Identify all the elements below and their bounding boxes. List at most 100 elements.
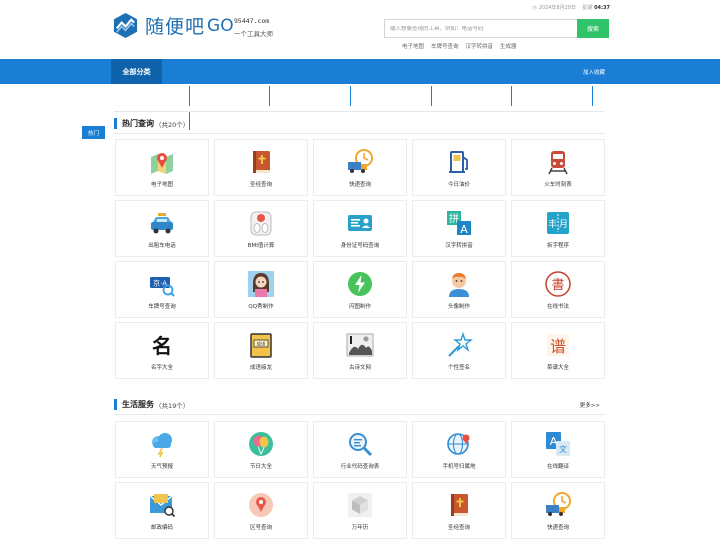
date-bar: ◷ 2024年8月28日 星期 04:37 [532,4,610,12]
avatar-boy-icon [449,273,469,297]
license-plate-icon: 京·A [150,277,175,297]
tool-card[interactable]: 天气预报 [115,421,209,478]
search-box [384,19,577,38]
weekday-text: 星期 [582,5,593,11]
tool-label: 在线书法 [546,304,569,310]
bible-book-icon [253,151,270,173]
location-pin-icon [249,493,273,517]
id-card-icon [348,215,372,231]
tick-mark [350,86,351,106]
tool-card[interactable]: 古诗文网 [313,322,407,379]
delivery-truck-icon [546,492,571,516]
recipe-char-icon: 谱 [547,334,569,356]
mail-envelope-icon [149,494,176,518]
tool-label: 圣经查询 [249,182,272,188]
search-bar: 搜索 [384,19,609,38]
nav-all-categories[interactable]: 全部分类 [111,59,162,84]
section-title-life: 生活服务 （共19个） [114,399,189,410]
translate-icon: A文 [546,432,570,456]
section-divider [114,133,605,134]
tool-card[interactable]: 头像制作 [412,261,506,318]
logo-text: 随便吧 [145,16,206,38]
tick-mark [189,86,190,106]
section-bar [114,399,117,410]
tool-card[interactable]: 手机号归属地 [412,421,506,478]
tool-label: 万年历 [351,525,369,531]
hot-link[interactable]: 电子地图 [402,42,424,50]
tool-card[interactable]: 电子地图 [115,139,209,196]
tool-card[interactable]: 書 在线书法 [511,261,605,318]
tool-label: 身份证号码查询 [340,243,380,249]
tool-card[interactable]: 闪图制作 [313,261,407,318]
tool-card[interactable]: BMI值计算 [214,200,308,257]
tool-label: 行业代码查询表 [340,464,380,470]
pinyin-icon: 拼A [447,211,471,236]
section-divider [114,414,605,415]
scale-icon [250,211,272,236]
tool-card[interactable]: 邮政编码 [115,482,209,539]
tool-label: 快递查询 [348,182,371,188]
svg-text:月: 月 [559,219,568,230]
site-logo[interactable]: 随便吧 GO [112,12,234,39]
tool-card[interactable]: 今日油价 [412,139,506,196]
date-text: 2024年8月28日 [538,5,577,11]
tool-card[interactable]: 快递查询 [511,482,605,539]
tool-card[interactable]: 快递查询 [313,139,407,196]
site-domain: 95447.com [234,17,270,25]
tool-label: 汉字转拼音 [445,243,473,249]
add-favorite-link[interactable]: 加入收藏 [583,59,605,84]
calligraphy-seal-icon: 書 [545,271,571,297]
tool-card[interactable]: 圣经查询 [412,482,506,539]
tool-card[interactable]: 个性签名 [412,322,506,379]
tool-card[interactable]: QQ秀制作 [214,261,308,318]
tool-card[interactable]: 圣经查询 [214,139,308,196]
hot-tools-grid: 电子地图 圣经查询 快递查询 今日油价 火车时刻表 出租车电话 BMI值计算 身… [115,139,605,379]
more-link[interactable]: 更多>> [580,401,600,409]
logo-mark-icon [113,12,138,39]
svg-text:文: 文 [559,444,567,454]
section-title-text: 热门查询 [122,119,154,128]
logo-go: GO [207,15,234,36]
search-input[interactable] [390,25,577,32]
tool-card[interactable]: 身份证号码查询 [313,200,407,257]
split-char-icon: 丰月 [547,212,569,234]
tool-card[interactable]: 拼A 汉字转拼音 [412,200,506,257]
site-slogan: 一个工具大师 [234,30,273,38]
map-pin-icon [151,153,173,174]
tool-card[interactable]: 丰月 拆字程序 [511,200,605,257]
tool-card[interactable]: 万年历 [313,482,407,539]
hot-link[interactable]: 汉字转拼音 [466,42,494,50]
side-tab-hot[interactable]: 热门 [82,126,105,139]
hot-link[interactable]: 车牌号查询 [431,42,459,50]
tool-label: 节日大全 [249,464,272,470]
svg-text:A: A [460,223,468,236]
site-info: 95447.com 一个工具大师 [234,17,273,38]
name-char-icon: 名 [152,334,172,358]
tool-label: 拆字程序 [546,243,569,249]
svg-text:書: 書 [551,278,564,293]
taxi-icon [151,213,173,234]
section-count: （共19个） [155,401,190,410]
tick-mark [269,86,270,106]
tool-label: 个性签名 [447,365,470,371]
section-title-hot: 热门查询 （共20个） [114,118,189,129]
magnifier-code-icon [349,433,373,457]
tool-card[interactable]: 名 名字大全 [115,322,209,379]
tool-card[interactable]: 京·A 车牌号查询 [115,261,209,318]
tool-card[interactable]: 区号查询 [214,482,308,539]
tool-label: 头像制作 [447,304,470,310]
tool-card[interactable]: 行业代码查询表 [313,421,407,478]
search-button[interactable]: 搜索 [577,19,609,38]
tool-label: 手机号归属地 [442,464,476,470]
tool-label: 出租车电话 [148,243,176,249]
hot-link[interactable]: 生成器 [500,42,517,50]
tool-card[interactable]: A文 在线翻译 [511,421,605,478]
tool-card[interactable]: 谱 菜谱大全 [511,322,605,379]
section-count: （共20个） [155,120,190,129]
tool-card[interactable]: 成语 成语接龙 [214,322,308,379]
tool-card[interactable]: 节日大全 [214,421,308,478]
tool-label: 区号查询 [249,525,272,531]
tick-mark [592,86,593,106]
tool-card[interactable]: 出租车电话 [115,200,209,257]
tool-card[interactable]: 火车时刻表 [511,139,605,196]
